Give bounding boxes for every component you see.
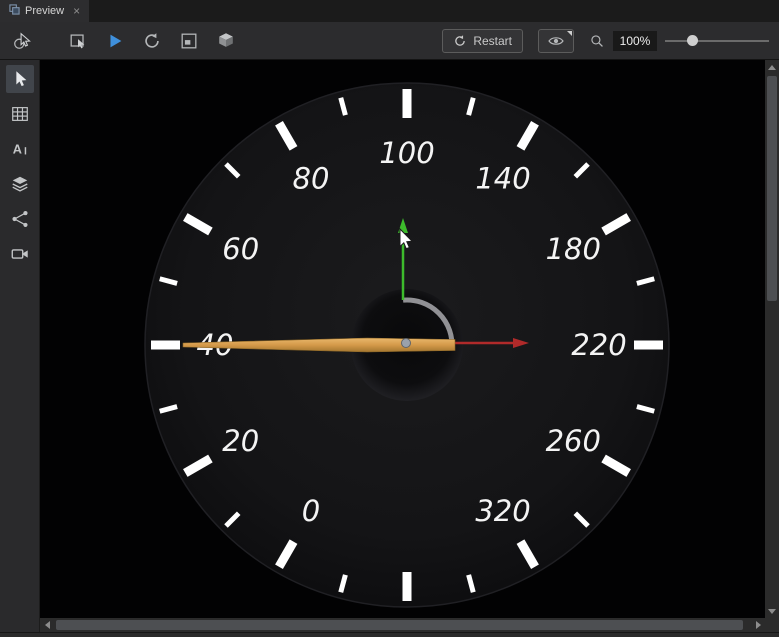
zoom-slider-track [665, 40, 769, 42]
svg-text:320: 320 [475, 494, 530, 528]
connections-icon [10, 209, 30, 229]
svg-text:260: 260 [546, 424, 601, 458]
text-tool-icon: A [10, 139, 30, 159]
svg-text:A: A [12, 142, 21, 157]
svg-text:140: 140 [475, 162, 530, 196]
preview-window: Preview × [0, 0, 779, 637]
zoom-slider[interactable] [665, 29, 769, 53]
play-mode-button[interactable] [103, 29, 127, 53]
play-icon [105, 31, 125, 51]
3d-view-button[interactable] [214, 29, 238, 53]
restart-icon [453, 34, 467, 48]
magnifier-icon [589, 33, 605, 49]
status-strip [0, 632, 779, 637]
sidebar-item-camera[interactable] [6, 240, 34, 268]
sidebar-item-select-tool[interactable] [6, 65, 34, 93]
pick-tool-icon [12, 31, 32, 51]
tab-preview[interactable]: Preview × [0, 0, 89, 22]
zoom-slider-handle[interactable] [687, 35, 698, 46]
visibility-button[interactable] [538, 29, 574, 53]
speedometer-gauge[interactable]: 020406080100140180220260320 [40, 60, 765, 618]
tab-close-icon[interactable]: × [73, 5, 80, 17]
tab-bar: Preview × [0, 0, 779, 22]
zoom-level-field[interactable]: 100% [613, 31, 657, 51]
reload-icon [142, 31, 162, 51]
scroll-left-button[interactable] [40, 618, 54, 632]
preview-canvas-area[interactable]: 020406080100140180220260320 [40, 60, 765, 618]
preview-tab-icon [9, 4, 20, 18]
svg-text:180: 180 [546, 232, 601, 266]
sidebar-item-text-tool[interactable]: A [6, 135, 34, 163]
select-arrow-icon [10, 69, 30, 89]
sidebar-item-grid-view[interactable] [6, 100, 34, 128]
svg-text:100: 100 [379, 136, 434, 170]
workspace: A [0, 60, 779, 632]
pick-tool-button[interactable] [10, 29, 34, 53]
scroll-down-button[interactable] [765, 604, 779, 618]
svg-text:20: 20 [222, 424, 259, 458]
layers-icon [10, 174, 30, 194]
grid-icon [10, 104, 30, 124]
horizontal-scroll-thumb[interactable] [56, 620, 743, 630]
select-frame-icon [68, 31, 88, 51]
svg-text:60: 60 [222, 232, 259, 266]
vertical-scroll-thumb[interactable] [767, 76, 777, 301]
sidebar-item-connections[interactable] [6, 205, 34, 233]
camera-icon [10, 244, 30, 264]
fit-view-button[interactable] [177, 29, 201, 53]
scroll-up-button[interactable] [765, 60, 779, 74]
sidebar-item-layers[interactable] [6, 170, 34, 198]
toolbar-right-group: Restart 100% [442, 29, 769, 53]
3d-cube-icon [216, 31, 236, 51]
dropdown-corner-icon [567, 31, 572, 36]
svg-text:80: 80 [293, 162, 330, 196]
horizontal-scrollbar[interactable] [40, 618, 765, 632]
scrollbar-corner [765, 618, 779, 632]
svg-text:0: 0 [302, 494, 320, 528]
scroll-right-button[interactable] [751, 618, 765, 632]
select-frame-button[interactable] [66, 29, 90, 53]
svg-text:220: 220 [571, 328, 626, 362]
zoom-controls: 100% [589, 29, 769, 53]
restart-label: Restart [473, 34, 512, 48]
reload-button[interactable] [140, 29, 164, 53]
vertical-scrollbar[interactable] [765, 60, 779, 618]
left-toolbar: A [0, 60, 40, 632]
restart-button[interactable]: Restart [442, 29, 523, 53]
tab-title: Preview [25, 5, 64, 17]
eye-icon [547, 32, 565, 50]
fit-icon [179, 31, 199, 51]
preview-toolbar: Restart 100% [0, 22, 779, 60]
